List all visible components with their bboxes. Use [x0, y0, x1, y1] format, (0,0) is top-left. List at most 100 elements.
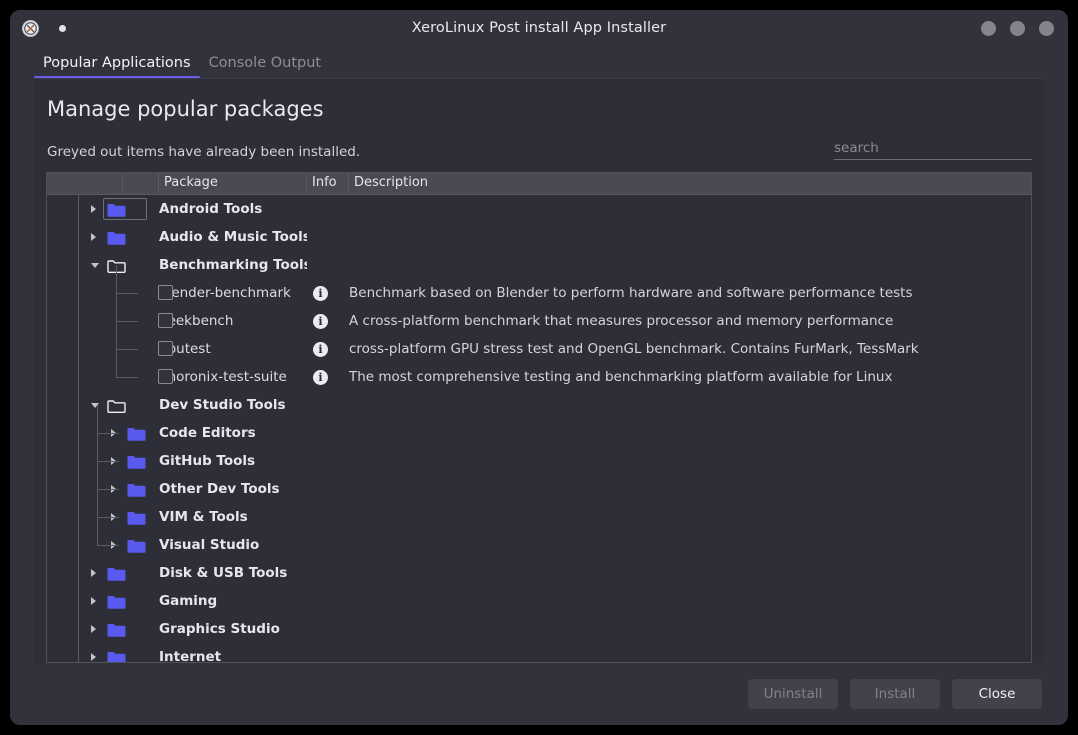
- table-row[interactable]: gputest i cross-platform GPU stress test a…: [47, 335, 1031, 363]
- folder-closed-icon[interactable]: [127, 511, 146, 526]
- package-name-cell: gputest: [159, 341, 211, 357]
- column-header-info[interactable]: Info: [307, 173, 349, 194]
- folder-closed-icon[interactable]: [107, 623, 126, 638]
- table-row[interactable]: Code Editors: [47, 419, 1031, 447]
- folder-closed-icon[interactable]: [107, 231, 126, 246]
- window-title: XeroLinux Post install App Installer: [411, 20, 667, 36]
- checkbox-icon[interactable]: [158, 313, 173, 328]
- table-row[interactable]: blender-benchmark i Benchmark based on Ble…: [47, 279, 1031, 307]
- folder-open-icon[interactable]: [107, 399, 126, 414]
- folder-closed-icon[interactable]: [127, 539, 146, 554]
- tab-console-output[interactable]: Console Output: [200, 55, 331, 79]
- folder-closed-icon[interactable]: [107, 595, 126, 610]
- table-row[interactable]: Disk & USB Tools: [47, 559, 1031, 587]
- install-button[interactable]: Install: [850, 679, 940, 709]
- table-row[interactable]: Gaming: [47, 587, 1031, 615]
- column-header-package[interactable]: Package: [159, 173, 307, 194]
- app-window: XeroLinux Post install App Installer Pop…: [10, 10, 1068, 725]
- info-icon[interactable]: i: [313, 285, 328, 301]
- package-name-cell: Other Dev Tools: [159, 481, 280, 497]
- info-icon[interactable]: i: [313, 369, 328, 385]
- content-panel: Manage popular packages Greyed out items…: [34, 78, 1044, 663]
- row-tree-cell: [47, 363, 173, 391]
- folder-closed-icon[interactable]: [107, 567, 126, 582]
- tree-guide-tick: [116, 377, 138, 378]
- info-cell: i: [307, 341, 349, 357]
- table-row[interactable]: Benchmarking Tools: [47, 251, 1031, 279]
- package-name-cell: Gaming: [159, 593, 218, 609]
- column-header-expander[interactable]: [47, 173, 123, 194]
- tree-guide-tick: [97, 461, 119, 462]
- tree-guide-tick: [116, 321, 138, 322]
- row-tree-cell: [47, 615, 159, 643]
- folder-closed-icon[interactable]: [107, 651, 126, 662]
- row-tree-cell: [47, 559, 159, 587]
- package-name-cell: VIM & Tools: [159, 509, 248, 525]
- search-input[interactable]: [834, 140, 1032, 156]
- hint-and-search-row: Greyed out items have already been insta…: [46, 137, 1032, 160]
- info-cell: i: [307, 313, 349, 329]
- package-name-cell: GitHub Tools: [159, 453, 256, 469]
- folder-closed-icon[interactable]: [127, 427, 146, 442]
- tree-guide-tick: [116, 349, 138, 350]
- chevron-right-icon[interactable]: [91, 569, 96, 577]
- table-row[interactable]: Other Dev Tools: [47, 475, 1031, 503]
- checkbox-icon[interactable]: [158, 341, 173, 356]
- maximize-button[interactable]: [1010, 21, 1025, 36]
- table-row[interactable]: GitHub Tools: [47, 447, 1031, 475]
- tab-popular-applications[interactable]: Popular Applications: [34, 55, 200, 79]
- chevron-right-icon[interactable]: [91, 233, 96, 241]
- tree-guide-tick: [97, 489, 119, 490]
- table-row[interactable]: Graphics Studio: [47, 615, 1031, 643]
- table-row[interactable]: Android Tools: [47, 195, 1031, 223]
- uninstall-button[interactable]: Uninstall: [748, 679, 838, 709]
- column-header-description[interactable]: Description: [349, 173, 1031, 194]
- close-window-button[interactable]: [1039, 21, 1054, 36]
- row-tree-cell: [47, 307, 173, 335]
- package-name-cell: geekbench: [159, 313, 234, 329]
- checkbox-icon[interactable]: [158, 369, 173, 384]
- folder-closed-icon[interactable]: [127, 455, 146, 470]
- close-button[interactable]: Close: [952, 679, 1042, 709]
- package-name-cell: phoronix-test-suite: [159, 369, 287, 385]
- info-icon[interactable]: i: [313, 341, 328, 357]
- package-name-cell: Dev Studio Tools: [159, 397, 286, 413]
- row-tree-cell: [47, 195, 159, 223]
- window-controls: [981, 21, 1054, 36]
- package-tree-table[interactable]: Package Info Description Android Tools Au…: [46, 172, 1032, 663]
- chevron-right-icon[interactable]: [91, 205, 96, 213]
- row-focus-ring: [103, 198, 147, 220]
- chevron-down-icon[interactable]: [91, 263, 99, 268]
- package-name-cell: Internet: [159, 649, 222, 662]
- table-row[interactable]: VIM & Tools: [47, 503, 1031, 531]
- package-name-cell: Graphics Studio: [159, 621, 280, 637]
- table-header-row: Package Info Description: [47, 173, 1031, 195]
- table-row[interactable]: Visual Studio: [47, 531, 1031, 559]
- tree-guide-branch: [97, 405, 98, 545]
- page-title: Manage popular packages: [47, 97, 324, 121]
- description-cell: The most comprehensive testing and bench…: [349, 369, 893, 385]
- tab-bar: Popular Applications Console Output: [10, 46, 1068, 78]
- table-row[interactable]: Audio & Music Tools: [47, 223, 1031, 251]
- package-name-cell: Audio & Music Tools: [159, 229, 307, 245]
- search-field-wrapper[interactable]: [834, 137, 1032, 160]
- folder-closed-icon[interactable]: [127, 483, 146, 498]
- table-row[interactable]: Internet: [47, 643, 1031, 662]
- table-body[interactable]: Android Tools Audio & Music Tools Benchmar…: [47, 195, 1031, 662]
- table-row[interactable]: geekbench i A cross-platform benchmark tha…: [47, 307, 1031, 335]
- table-row[interactable]: Dev Studio Tools: [47, 391, 1031, 419]
- table-row[interactable]: phoronix-test-suite i The most comprehensi…: [47, 363, 1031, 391]
- chevron-right-icon[interactable]: [91, 653, 96, 661]
- column-header-check[interactable]: [123, 173, 159, 194]
- checkbox-icon[interactable]: [158, 285, 173, 300]
- chevron-right-icon[interactable]: [91, 597, 96, 605]
- package-name-cell: Benchmarking Tools: [159, 257, 307, 273]
- chevron-right-icon[interactable]: [91, 625, 96, 633]
- info-icon[interactable]: i: [313, 313, 328, 329]
- row-tree-cell: [47, 223, 159, 251]
- tree-guide-tick: [97, 545, 119, 546]
- tree-guide-root: [78, 195, 79, 662]
- minimize-button[interactable]: [981, 21, 996, 36]
- info-cell: i: [307, 369, 349, 385]
- row-tree-cell: [47, 391, 159, 419]
